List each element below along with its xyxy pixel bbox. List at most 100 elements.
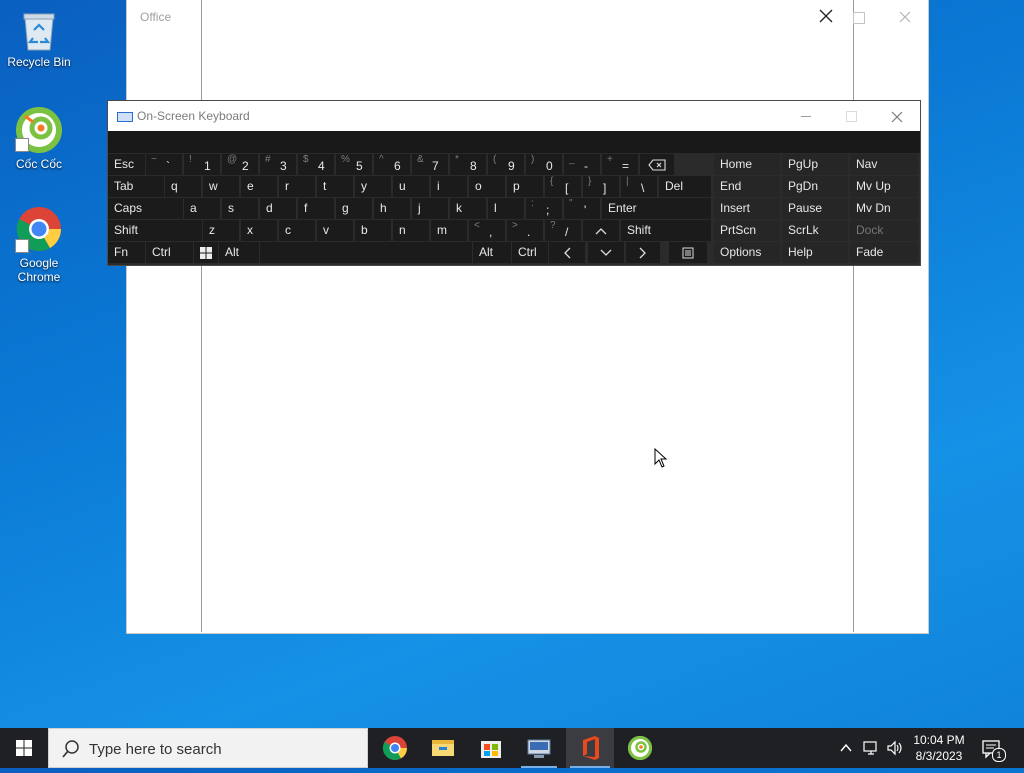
osk-key-g[interactable]: g xyxy=(336,198,372,219)
osk-key-symbol[interactable]: :; xyxy=(526,198,562,219)
osk-key-insert[interactable]: Insert xyxy=(714,198,780,219)
osk-key-n[interactable]: n xyxy=(393,220,429,241)
osk-key-8[interactable]: * 8 xyxy=(450,154,486,175)
osk-key-pgdn[interactable]: PgDn xyxy=(782,176,848,197)
osk-key-p[interactable]: p xyxy=(507,176,543,197)
osk-key-help[interactable]: Help xyxy=(782,242,848,263)
maximize-icon[interactable] xyxy=(846,111,857,122)
osk-key-1[interactable]: ! 1 xyxy=(184,154,220,175)
notification-center-button[interactable]: 1 xyxy=(980,738,1006,762)
osk-key-a[interactable]: a xyxy=(184,198,220,219)
osk-key-esc[interactable]: Esc xyxy=(108,154,145,175)
osk-key-w[interactable]: w xyxy=(203,176,239,197)
osk-key-m[interactable]: m xyxy=(431,220,467,241)
show-hidden-icons-chevron-icon[interactable] xyxy=(839,741,853,755)
osk-key-alt[interactable]: Alt xyxy=(473,242,511,263)
osk-key-symbol[interactable]: | \ xyxy=(621,176,657,197)
osk-key-nav[interactable]: Nav xyxy=(850,154,918,175)
osk-key-x[interactable]: x xyxy=(241,220,277,241)
osk-key-shift[interactable]: Shift xyxy=(621,220,711,241)
taskbar-chrome-button[interactable] xyxy=(371,728,419,768)
osk-key-e[interactable]: e xyxy=(241,176,277,197)
osk-key-space[interactable] xyxy=(260,242,472,263)
osk-key-home[interactable]: Home xyxy=(714,154,780,175)
osk-key-4[interactable]: $4 xyxy=(298,154,334,175)
osk-key-arrow-left[interactable] xyxy=(549,242,585,263)
osk-key-c[interactable]: c xyxy=(279,220,315,241)
osk-key-tab[interactable]: Tab xyxy=(108,176,164,197)
osk-key-t[interactable]: t xyxy=(317,176,353,197)
osk-key-options[interactable]: Options xyxy=(714,242,780,263)
taskbar-office-button[interactable] xyxy=(566,728,614,768)
osk-key-9[interactable]: (9 xyxy=(488,154,524,175)
osk-key-menu-key[interactable] xyxy=(669,242,707,263)
osk-key-3[interactable]: #3 xyxy=(260,154,296,175)
taskbar-store-button[interactable] xyxy=(467,728,515,768)
osk-key-u[interactable]: u xyxy=(393,176,429,197)
osk-key-b[interactable]: b xyxy=(355,220,391,241)
office-document-area[interactable] xyxy=(201,0,854,632)
desktop-icon-coccoc[interactable]: Cốc Cốc xyxy=(2,106,76,171)
start-button[interactable] xyxy=(0,728,48,768)
osk-key-symbol[interactable]: {[ xyxy=(545,176,581,197)
osk-key-prtscn[interactable]: PrtScn xyxy=(714,220,780,241)
volume-icon[interactable] xyxy=(886,740,904,756)
desktop-icon-chrome[interactable]: Google Chrome xyxy=(2,205,76,284)
close-icon[interactable] xyxy=(819,9,833,23)
osk-key-symbol[interactable]: " ' xyxy=(564,198,600,219)
osk-key-symbol[interactable]: + = xyxy=(602,154,638,175)
osk-key-mv-up[interactable]: Mv Up xyxy=(850,176,918,197)
taskbar-search-box[interactable]: Type here to search xyxy=(48,728,368,768)
osk-titlebar[interactable]: On-Screen Keyboard xyxy=(108,101,920,131)
minimize-icon[interactable] xyxy=(801,116,811,117)
osk-key-pause[interactable]: Pause xyxy=(782,198,848,219)
osk-key-0[interactable]: ) 0 xyxy=(526,154,562,175)
osk-key-ctrl[interactable]: Ctrl xyxy=(512,242,548,263)
osk-key-v[interactable]: v xyxy=(317,220,353,241)
osk-key-i[interactable]: i xyxy=(431,176,467,197)
osk-key-6[interactable]: ^ 6 xyxy=(374,154,410,175)
osk-key-ctrl[interactable]: Ctrl xyxy=(146,242,193,263)
osk-key-2[interactable]: @2 xyxy=(222,154,258,175)
osk-key-del[interactable]: Del xyxy=(659,176,711,197)
osk-key-d[interactable]: d xyxy=(260,198,296,219)
osk-key-pgup[interactable]: PgUp xyxy=(782,154,848,175)
osk-key-alt[interactable]: Alt xyxy=(219,242,259,263)
osk-key-shift[interactable]: Shift xyxy=(108,220,202,241)
osk-key-symbol[interactable]: ~ ` xyxy=(146,154,182,175)
osk-key-o[interactable]: o xyxy=(469,176,505,197)
osk-key-k[interactable]: k xyxy=(450,198,486,219)
osk-key-f[interactable]: f xyxy=(298,198,334,219)
osk-key-dock[interactable]: Dock xyxy=(850,220,918,241)
osk-key-j[interactable]: j xyxy=(412,198,448,219)
osk-key-fn[interactable]: Fn xyxy=(108,242,145,263)
osk-key-scrlk[interactable]: ScrLk xyxy=(782,220,848,241)
osk-key-symbol[interactable]: _ - xyxy=(564,154,600,175)
osk-key-s[interactable]: s xyxy=(222,198,258,219)
taskbar-network-app-button[interactable] xyxy=(515,728,563,768)
osk-key-enter[interactable]: Enter xyxy=(602,198,711,219)
taskbar-file-explorer-button[interactable] xyxy=(419,728,467,768)
osk-key-h[interactable]: h xyxy=(374,198,410,219)
osk-key-end[interactable]: End xyxy=(714,176,780,197)
osk-key-arrow-right[interactable] xyxy=(626,242,660,263)
osk-key-fade[interactable]: Fade xyxy=(850,242,918,263)
osk-key-arrow-up[interactable] xyxy=(583,220,619,241)
maximize-icon[interactable] xyxy=(853,12,865,24)
taskbar-coccoc-button[interactable] xyxy=(616,728,664,768)
osk-key-windows-key[interactable] xyxy=(194,242,218,263)
osk-key-backspace[interactable] xyxy=(640,154,674,175)
osk-key-mv-dn[interactable]: Mv Dn xyxy=(850,198,918,219)
desktop-icon-recycle-bin[interactable]: Recycle Bin xyxy=(2,8,76,69)
osk-key-symbol[interactable]: ? / xyxy=(545,220,581,241)
osk-key-7[interactable]: & 7 xyxy=(412,154,448,175)
close-icon[interactable] xyxy=(899,10,911,23)
osk-key-q[interactable]: q xyxy=(165,176,201,197)
close-icon[interactable] xyxy=(891,110,903,123)
osk-key-caps[interactable]: Caps xyxy=(108,198,183,219)
osk-key-arrow-down[interactable] xyxy=(588,242,624,263)
osk-key-symbol[interactable]: <, xyxy=(469,220,505,241)
osk-key-symbol[interactable]: >. xyxy=(507,220,543,241)
osk-key-symbol[interactable]: }] xyxy=(583,176,619,197)
osk-key-l[interactable]: l xyxy=(488,198,524,219)
